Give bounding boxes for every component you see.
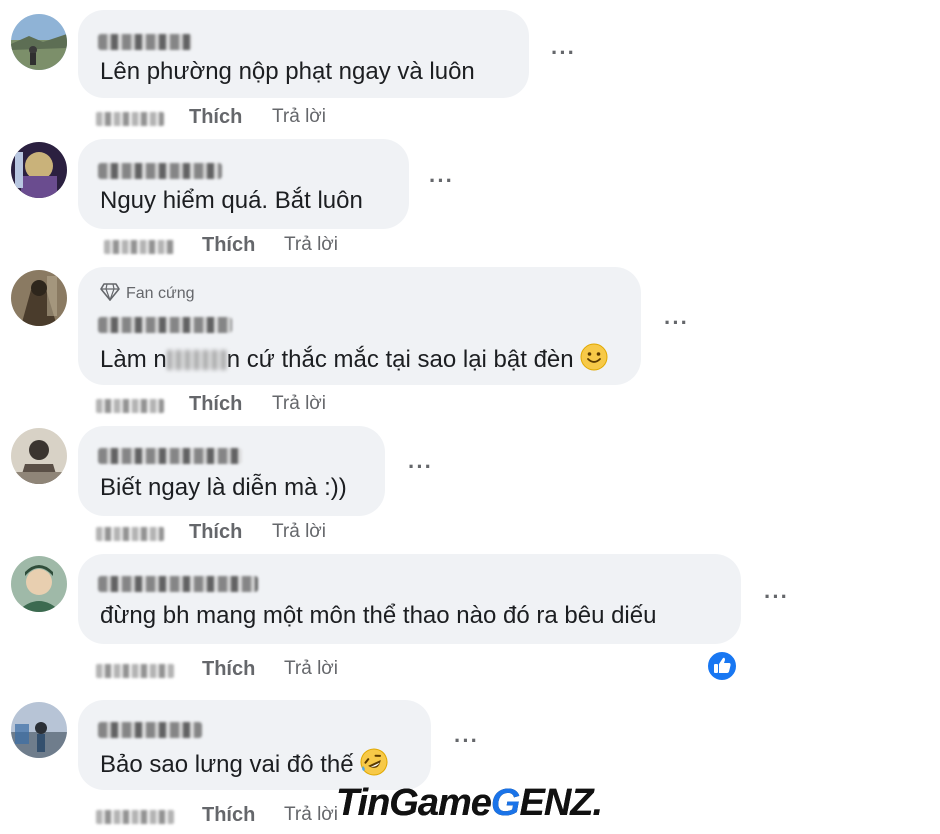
more-options-icon[interactable]: ··· (429, 168, 454, 194)
site-watermark-logo: TinGameGENZ. (336, 782, 603, 825)
watermark-part1: TinGame (336, 782, 492, 824)
like-link[interactable]: Thích (202, 234, 255, 257)
smile-emoji-icon (580, 343, 608, 378)
comment-bubble: đừng bh mang một môn thể thao nào đó ra … (78, 554, 741, 644)
avatar[interactable] (11, 556, 67, 612)
comment-actions: Thích Trả lời (0, 234, 400, 258)
fan-badge: Fan cứng (100, 283, 195, 303)
like-link[interactable]: Thích (189, 106, 242, 129)
like-link[interactable]: Thích (189, 521, 242, 544)
like-reaction-icon[interactable] (706, 650, 738, 682)
more-options-icon[interactable]: ··· (764, 584, 789, 610)
reply-link[interactable]: Trả lời (284, 234, 338, 256)
avatar[interactable] (11, 428, 67, 484)
avatar[interactable] (11, 702, 67, 758)
comment-text-body: Bảo sao lưng vai đô thế (100, 751, 354, 778)
avatar[interactable] (11, 270, 67, 326)
badge-label: Fan cứng (126, 285, 195, 302)
watermark-part3: ENZ. (519, 782, 603, 824)
reply-link[interactable]: Trả lời (284, 804, 338, 826)
timestamp-blurred[interactable] (96, 399, 164, 413)
more-options-icon[interactable]: ··· (664, 310, 689, 336)
reply-link[interactable]: Trả lời (272, 393, 326, 415)
diamond-icon (100, 283, 120, 302)
comment-bubble: Biết ngay là diễn mà :)) (78, 426, 385, 516)
author-name-blurred[interactable] (98, 576, 258, 592)
comment-text: Làm n n cứ thắc mắc tại sao lại bật đèn (100, 343, 608, 378)
author-name-blurred[interactable] (98, 34, 192, 50)
timestamp-blurred[interactable] (96, 527, 164, 541)
comment-text-start: Làm n (100, 346, 167, 373)
comment-bubble: Bảo sao lưng vai đô thế (78, 700, 431, 790)
like-link[interactable]: Thích (202, 804, 255, 827)
comment-actions: Thích Trả lời (0, 658, 400, 682)
like-link[interactable]: Thích (202, 658, 255, 681)
comment-text: Nguy hiểm quá. Bắt luôn (100, 187, 363, 214)
comment-bubble: Nguy hiểm quá. Bắt luôn (78, 139, 409, 229)
comment-text-end: n cứ thắc mắc tại sao lại bật đèn (226, 346, 574, 373)
watermark-part2: G (490, 782, 521, 824)
timestamp-blurred[interactable] (96, 112, 164, 126)
comment-text: đừng bh mang một môn thể thao nào đó ra … (100, 602, 657, 629)
comment-text: Lên phường nộp phạt ngay và luôn (100, 58, 475, 85)
comment-actions: Thích Trả lời (0, 393, 400, 417)
comment-bubble: Fan cứng Làm n n cứ thắc mắc tại sao lại … (78, 267, 641, 385)
reply-link[interactable]: Trả lời (284, 658, 338, 680)
more-options-icon[interactable]: ··· (408, 454, 433, 480)
redacted-text (166, 350, 227, 370)
timestamp-blurred[interactable] (96, 664, 174, 678)
comment-text: Bảo sao lưng vai đô thế (100, 748, 388, 783)
author-name-blurred[interactable] (98, 163, 222, 179)
reply-link[interactable]: Trả lời (272, 521, 326, 543)
timestamp-blurred[interactable] (96, 810, 174, 824)
rolling-laughing-emoji-icon (360, 748, 388, 783)
avatar[interactable] (11, 14, 67, 70)
comment-actions: Thích Trả lời (0, 521, 400, 545)
comment-actions: Thích Trả lời (0, 106, 400, 130)
comment-bubble: Lên phường nộp phạt ngay và luôn (78, 10, 529, 98)
more-options-icon[interactable]: ··· (551, 40, 576, 66)
timestamp-blurred[interactable] (104, 240, 174, 254)
like-link[interactable]: Thích (189, 393, 242, 416)
reply-link[interactable]: Trả lời (272, 106, 326, 128)
author-name-blurred[interactable] (98, 722, 202, 738)
author-name-blurred[interactable] (98, 317, 232, 333)
avatar[interactable] (11, 142, 67, 198)
comment-text: Biết ngay là diễn mà :)) (100, 474, 347, 501)
more-options-icon[interactable]: ··· (454, 728, 479, 754)
author-name-blurred[interactable] (98, 448, 242, 464)
